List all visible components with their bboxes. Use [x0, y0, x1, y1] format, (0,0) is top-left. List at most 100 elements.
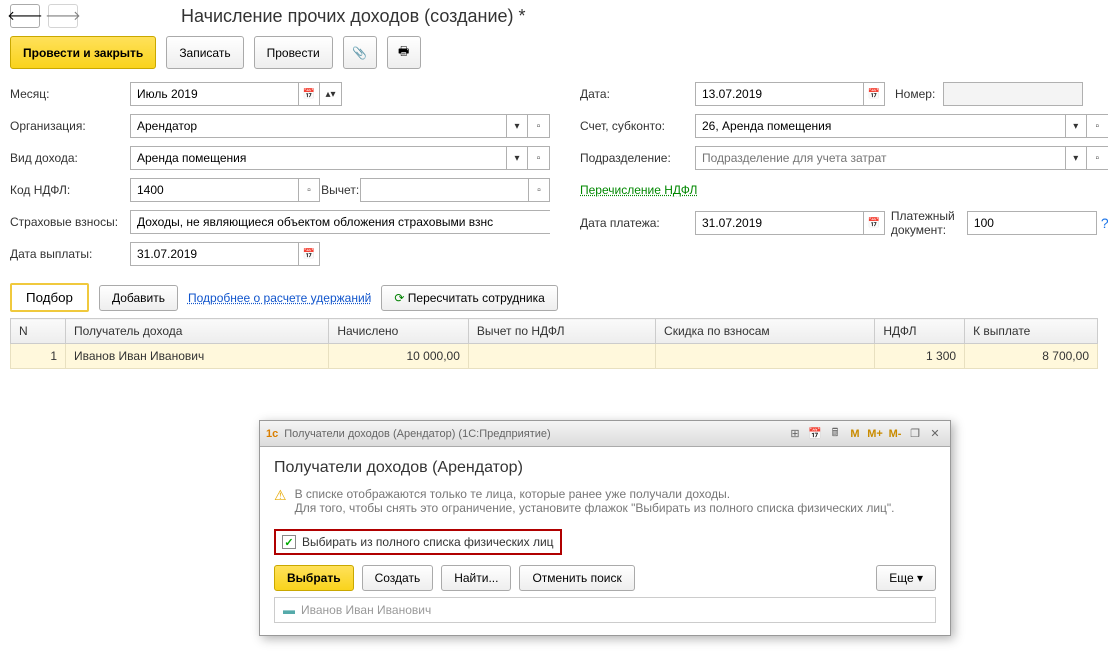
dialog-cancel-find-button[interactable]: Отменить поиск [519, 565, 634, 591]
open-ref-icon[interactable]: ▫ [1087, 146, 1108, 170]
tool-m-icon[interactable]: M [846, 428, 864, 440]
warning-text-2: Для того, чтобы снять это ограничение, у… [295, 501, 895, 515]
app-logo-icon: 1c [266, 428, 278, 440]
calendar-icon[interactable]: 📅 [298, 82, 320, 106]
cell-accrued: 10 000,00 [329, 344, 469, 369]
deduction-input[interactable] [360, 178, 528, 202]
attach-button[interactable]: 📎 [343, 36, 377, 69]
more-label: Еще [889, 571, 913, 585]
add-button[interactable]: Добавить [99, 285, 178, 311]
arrow-left-icon: 🡐 [7, 8, 43, 24]
recipients-dialog: 1c Получатели доходов (Арендатор) (1С:Пр… [259, 420, 951, 636]
list-item[interactable]: ▬ Иванов Иван Иванович [274, 598, 936, 623]
printer-icon: 🖶 [398, 42, 409, 63]
ndfl-code-input[interactable] [130, 178, 298, 202]
col-discount[interactable]: Скидка по взносам [656, 319, 875, 344]
table-row[interactable]: 1 Иванов Иван Иванович 10 000,00 1 300 8… [11, 344, 1098, 369]
cell-n: 1 [11, 344, 66, 369]
contrib-input[interactable] [130, 210, 550, 234]
open-ref-icon[interactable]: ▫ [298, 178, 320, 202]
post-button[interactable]: Провести [254, 36, 333, 69]
dialog-select-button[interactable]: Выбрать [274, 565, 354, 591]
open-ref-icon[interactable]: ▫ [528, 178, 550, 202]
income-type-label: Вид дохода: [10, 151, 130, 165]
calendar-icon[interactable]: 📅 [298, 242, 320, 266]
chevron-down-icon: ▾ [917, 571, 923, 585]
dialog-more-button[interactable]: Еще ▾ [876, 565, 936, 591]
more-calc-link[interactable]: Подробнее о расчете удержаний [188, 291, 371, 305]
col-accrued[interactable]: Начислено [329, 319, 469, 344]
payment-date-input[interactable] [695, 211, 863, 235]
recalc-button[interactable]: ⟳ Пересчитать сотрудника [381, 285, 557, 311]
income-table: N Получатель дохода Начислено Вычет по Н… [10, 318, 1098, 369]
tool-calc-icon[interactable]: 🖩 [826, 424, 844, 443]
tool-mminus-icon[interactable]: M- [886, 428, 904, 440]
calendar-icon[interactable]: 📅 [863, 211, 885, 235]
checkbox-icon[interactable]: ✓ [282, 535, 296, 549]
warning-icon: ⚠ [274, 487, 287, 504]
dialog-title: Получатели доходов (Арендатор) [274, 459, 936, 477]
cell-ndfl: 1 300 [875, 344, 965, 369]
month-label: Месяц: [10, 87, 130, 101]
list-item-label: Иванов Иван Иванович [301, 603, 431, 617]
org-label: Организация: [10, 119, 130, 133]
dropdown-icon[interactable]: ▾ [1065, 114, 1087, 138]
post-and-close-button[interactable]: Провести и закрыть [10, 36, 156, 69]
warning-text-1: В списке отображаются только те лица, ко… [295, 487, 895, 501]
payment-doc-input[interactable] [967, 211, 1097, 235]
dropdown-icon[interactable]: ▾ [506, 146, 528, 170]
col-payout[interactable]: К выплате [965, 319, 1098, 344]
help-icon[interactable]: ? [1101, 215, 1108, 231]
page-title: Начисление прочих доходов (создание) * [181, 6, 526, 27]
payment-doc-label: Платежный документ: [891, 209, 962, 237]
deduction-label: Вычет: [321, 183, 359, 197]
open-ref-icon[interactable]: ▫ [1087, 114, 1108, 138]
person-icon: ▬ [283, 603, 295, 617]
paperclip-icon: 📎 [352, 46, 367, 60]
open-ref-icon[interactable]: ▫ [528, 146, 550, 170]
close-icon[interactable]: ✕ [926, 427, 944, 440]
dropdown-icon[interactable]: ▾ [506, 114, 528, 138]
number-input[interactable] [943, 82, 1083, 106]
dialog-titlebar-text: Получатели доходов (Арендатор) (1С:Предп… [284, 428, 550, 440]
account-input[interactable] [695, 114, 1065, 138]
open-ref-icon[interactable]: ▫ [528, 114, 550, 138]
ndfl-code-label: Код НДФЛ: [10, 183, 130, 197]
date-input[interactable] [695, 82, 863, 106]
dept-input[interactable] [695, 146, 1065, 170]
stepper-icon[interactable]: ▴▾ [320, 82, 342, 106]
col-n[interactable]: N [11, 319, 66, 344]
col-ndfl[interactable]: НДФЛ [875, 319, 965, 344]
cell-recipient: Иванов Иван Иванович [66, 344, 329, 369]
full-list-checkbox-row[interactable]: ✓ Выбирать из полного списка физических … [274, 529, 562, 555]
select-button[interactable]: Подбор [10, 283, 89, 312]
refresh-icon: ⟳ [394, 291, 404, 305]
tool-calendar-icon[interactable]: 📅 [806, 427, 824, 440]
date-label: Дата: [580, 87, 695, 101]
arrow-right-icon: 🡒 [45, 8, 81, 24]
nav-forward-button[interactable]: 🡒 [48, 4, 78, 28]
contrib-label: Страховые взносы: [10, 215, 130, 229]
ndfl-transfer-link[interactable]: Перечисление НДФЛ [580, 183, 697, 197]
tool-window-icon[interactable]: ❐ [906, 427, 924, 440]
dept-label: Подразделение: [580, 151, 695, 165]
nav-back-button[interactable]: 🡐 [10, 4, 40, 28]
dialog-find-button[interactable]: Найти... [441, 565, 511, 591]
tool-mplus-icon[interactable]: M+ [866, 428, 884, 440]
org-input[interactable] [130, 114, 506, 138]
checkbox-label: Выбирать из полного списка физических ли… [302, 535, 554, 549]
print-button[interactable]: 🖶 [387, 36, 421, 69]
paydate-input[interactable] [130, 242, 298, 266]
tool-grid-icon[interactable]: ⊞ [786, 427, 804, 440]
recalc-label: Пересчитать сотрудника [408, 291, 545, 305]
col-recipient[interactable]: Получатель дохода [66, 319, 329, 344]
paydate-label: Дата выплаты: [10, 247, 130, 261]
income-type-input[interactable] [130, 146, 506, 170]
cell-deduction [468, 344, 655, 369]
month-input[interactable] [130, 82, 298, 106]
calendar-icon[interactable]: 📅 [863, 82, 885, 106]
dialog-create-button[interactable]: Создать [362, 565, 434, 591]
save-button[interactable]: Записать [166, 36, 243, 69]
col-deduction[interactable]: Вычет по НДФЛ [468, 319, 655, 344]
dropdown-icon[interactable]: ▾ [1065, 146, 1087, 170]
